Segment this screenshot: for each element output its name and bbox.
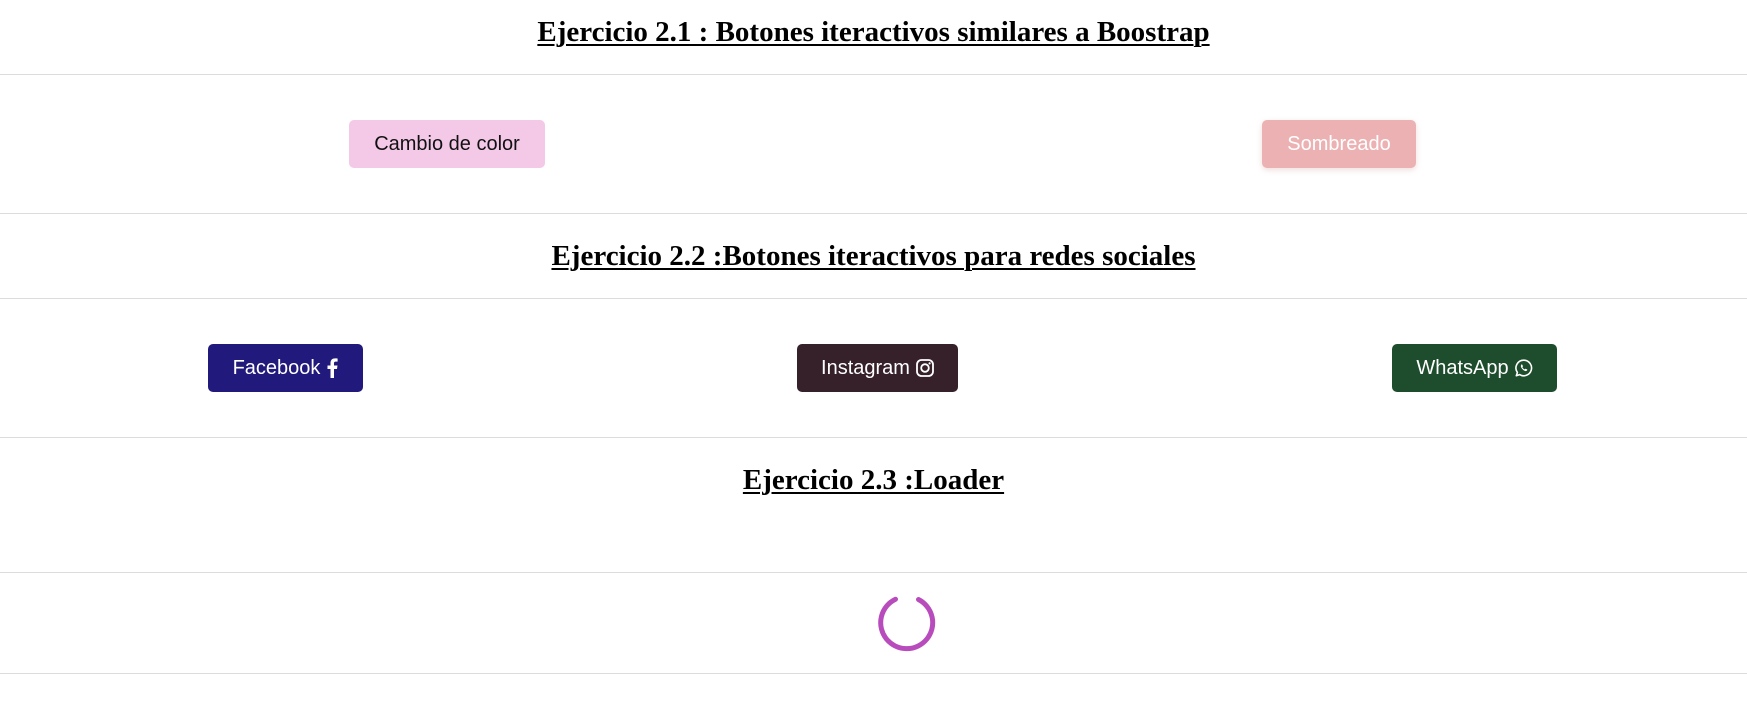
exercise-2-1-title: Ejercicio 2.1 : Botones iteractivos simi… [537, 16, 1210, 48]
exercise-2-2-title: Ejercicio 2.2 :Botones iteractivos para … [551, 240, 1196, 272]
facebook-icon [327, 358, 339, 378]
instagram-button[interactable]: Instagram [797, 344, 958, 392]
color-change-button-label: Cambio de color [374, 132, 520, 155]
whatsapp-button[interactable]: WhatsApp [1392, 344, 1557, 392]
divider [0, 437, 1747, 438]
spinner-icon [878, 596, 936, 652]
divider [0, 213, 1747, 214]
facebook-button[interactable]: Facebook [208, 344, 363, 392]
divider [0, 673, 1747, 674]
color-change-button[interactable]: Cambio de color [349, 120, 545, 168]
exercise-2-3-title: Ejercicio 2.3 :Loader [742, 464, 1005, 496]
whatsapp-icon [1514, 359, 1532, 377]
facebook-button-label: Facebook [232, 356, 321, 379]
whatsapp-button-label: WhatsApp [1416, 356, 1509, 379]
divider [0, 74, 1747, 75]
instagram-icon [916, 359, 934, 377]
instagram-button-label: Instagram [821, 356, 910, 379]
divider [0, 298, 1747, 299]
shadow-button[interactable]: Sombreado [1262, 120, 1416, 168]
divider [0, 572, 1747, 573]
shadow-button-label: Sombreado [1287, 132, 1391, 155]
page: Ejercicio 2.1 : Botones iteractivos simi… [0, 0, 1747, 705]
